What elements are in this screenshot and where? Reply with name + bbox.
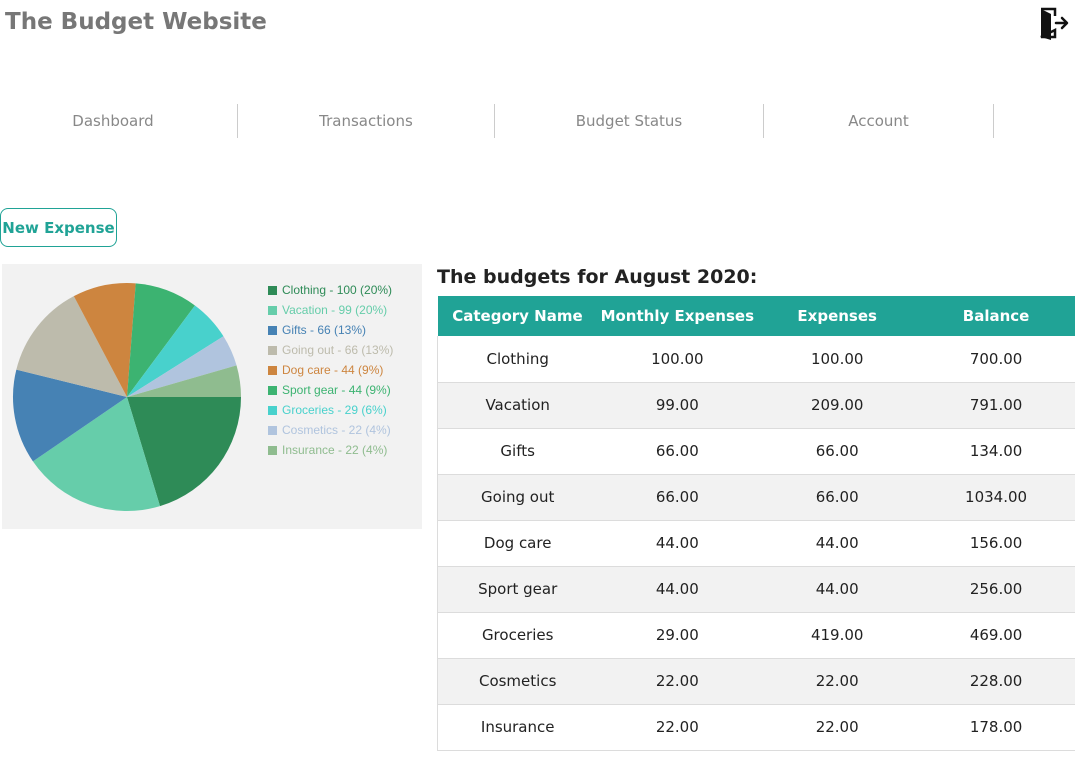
table-cell: Sport gear: [437, 566, 598, 613]
new-expense-button[interactable]: New Expense: [0, 208, 117, 247]
table-cell: 22.00: [757, 704, 918, 751]
table-cell: 99.00: [597, 382, 758, 429]
table-cell: 256.00: [917, 566, 1075, 613]
column-header: Monthly Expenses: [597, 296, 758, 336]
table-row: Sport gear 44.00 44.00 256.00: [437, 566, 1075, 613]
chart-legend: Clothing - 100 (20%) Vacation - 99 (20%) G…: [268, 283, 393, 463]
legend-label: Clothing - 100 (20%): [282, 283, 393, 297]
table-cell: 228.00: [917, 658, 1075, 705]
table-cell: Vacation: [437, 382, 598, 429]
table-cell: 22.00: [597, 704, 758, 751]
table-cell: 134.00: [917, 428, 1075, 475]
legend-label: Vacation - 99 (20%): [282, 303, 388, 317]
table-cell: Groceries: [437, 612, 598, 659]
table-cell: 44.00: [597, 520, 758, 567]
legend-item: Clothing - 100 (20%): [268, 283, 393, 303]
column-header: Balance: [917, 296, 1075, 336]
legend-swatch: [268, 406, 277, 415]
table-body: Clothing 100.00 100.00 700.00 Vacation 99.00 2…: [437, 336, 1075, 751]
nav-transactions[interactable]: Transactions: [238, 104, 494, 138]
table-cell: 791.00: [917, 382, 1075, 429]
legend-item: Vacation - 99 (20%): [268, 303, 393, 323]
table-cell: 156.00: [917, 520, 1075, 567]
legend-swatch: [268, 366, 277, 375]
table-row: Cosmetics 22.00 22.00 228.00: [437, 658, 1075, 705]
table-cell: 1034.00: [917, 474, 1075, 521]
table-cell: 66.00: [597, 474, 758, 521]
legend-label: Groceries - 29 (6%): [282, 403, 387, 417]
nav-budget-status[interactable]: Budget Status: [495, 104, 763, 138]
budgets-table: Category Name Monthly Expenses Expenses …: [437, 296, 1075, 751]
table-cell: 469.00: [917, 612, 1075, 659]
table-cell: 44.00: [597, 566, 758, 613]
table-row: Vacation 99.00 209.00 791.00: [437, 382, 1075, 429]
table-cell: 419.00: [757, 612, 918, 659]
table-cell: Cosmetics: [437, 658, 598, 705]
legend-swatch: [268, 346, 277, 355]
table-header-row: Category Name Monthly Expenses Expenses …: [437, 296, 1075, 336]
table-cell: Dog care: [437, 520, 598, 567]
legend-swatch: [268, 326, 277, 335]
legend-label: Going out - 66 (13%): [282, 343, 394, 357]
legend-item: Groceries - 29 (6%): [268, 403, 393, 423]
table-row: Gifts 66.00 66.00 134.00: [437, 428, 1075, 475]
table-cell: 100.00: [757, 336, 918, 383]
legend-item: Dog care - 44 (9%): [268, 363, 393, 383]
table-cell: 66.00: [757, 474, 918, 521]
table-cell: Gifts: [437, 428, 598, 475]
legend-item: Insurance - 22 (4%): [268, 443, 393, 463]
table-cell: Clothing: [437, 336, 598, 383]
table-row: Going out 66.00 66.00 1034.00: [437, 474, 1075, 521]
site-title: The Budget Website: [5, 9, 267, 35]
column-header: Category Name: [437, 296, 598, 336]
nav-divider: [993, 104, 994, 138]
table-cell: 700.00: [917, 336, 1075, 383]
table-cell: Insurance: [437, 704, 598, 751]
expenses-pie-chart: Clothing - 100 (20%) Vacation - 99 (20%) G…: [2, 264, 422, 529]
table-cell: 100.00: [597, 336, 758, 383]
legend-item: Cosmetics - 22 (4%): [268, 423, 393, 443]
legend-label: Gifts - 66 (13%): [282, 323, 367, 337]
table-cell: 22.00: [597, 658, 758, 705]
table-cell: Going out: [437, 474, 598, 521]
legend-swatch: [268, 306, 277, 315]
table-row: Clothing 100.00 100.00 700.00: [437, 336, 1075, 383]
table-row: Insurance 22.00 22.00 178.00: [437, 704, 1075, 751]
main-nav: Dashboard Transactions Budget Status Acc…: [0, 104, 1075, 138]
legend-item: Gifts - 66 (13%): [268, 323, 393, 343]
legend-swatch: [268, 286, 277, 295]
legend-label: Insurance - 22 (4%): [282, 443, 388, 457]
nav-account[interactable]: Account: [764, 104, 993, 138]
table-cell: 178.00: [917, 704, 1075, 751]
logout-door-icon[interactable]: [1037, 6, 1071, 40]
table-row: Dog care 44.00 44.00 156.00: [437, 520, 1075, 567]
legend-label: Dog care - 44 (9%): [282, 363, 384, 377]
legend-item: Going out - 66 (13%): [268, 343, 393, 363]
budgets-heading: The budgets for August 2020:: [437, 266, 758, 288]
legend-swatch: [268, 446, 277, 455]
legend-swatch: [268, 426, 277, 435]
legend-item: Sport gear - 44 (9%): [268, 383, 393, 403]
table-cell: 22.00: [757, 658, 918, 705]
table-cell: 44.00: [757, 566, 918, 613]
legend-swatch: [268, 386, 277, 395]
column-header: Expenses: [757, 296, 918, 336]
legend-label: Cosmetics - 22 (4%): [282, 423, 391, 437]
table-cell: 44.00: [757, 520, 918, 567]
table-cell: 66.00: [757, 428, 918, 475]
nav-dashboard[interactable]: Dashboard: [0, 104, 226, 138]
table-cell: 66.00: [597, 428, 758, 475]
table-cell: 29.00: [597, 612, 758, 659]
table-row: Groceries 29.00 419.00 469.00: [437, 612, 1075, 659]
table-cell: 209.00: [757, 382, 918, 429]
legend-label: Sport gear - 44 (9%): [282, 383, 391, 397]
